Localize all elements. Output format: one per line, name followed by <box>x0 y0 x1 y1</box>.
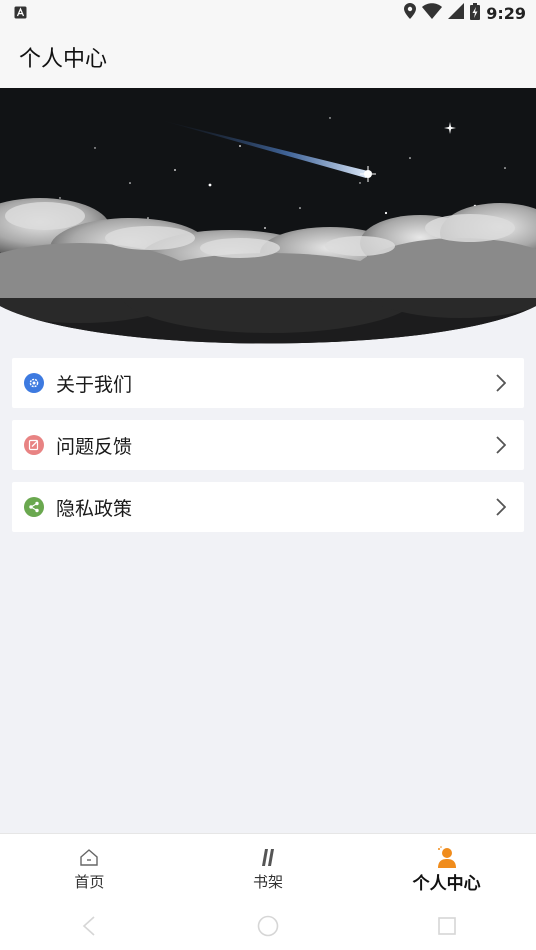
signal-icon <box>448 3 465 23</box>
back-icon[interactable] <box>69 906 109 946</box>
edit-note-icon <box>24 435 44 455</box>
tab-label: 书架 <box>253 873 284 891</box>
profile-banner <box>0 88 536 346</box>
system-nav-bar <box>0 901 536 950</box>
chevron-right-icon <box>494 435 508 455</box>
menu-item-label: 关于我们 <box>56 373 133 396</box>
chevron-right-icon <box>494 373 508 393</box>
status-time: 9:29 <box>486 3 526 23</box>
settings-gear-icon <box>24 373 44 393</box>
tab-label: 首页 <box>74 873 105 891</box>
tab-bookshelf[interactable]: 书架 <box>179 834 358 901</box>
menu-item-about-us[interactable]: 关于我们 <box>12 358 524 408</box>
share-icon <box>24 497 44 517</box>
battery-charging-icon <box>470 2 481 24</box>
menu-item-feedback[interactable]: 问题反馈 <box>12 420 524 470</box>
app-header: 个人中心 <box>0 26 536 88</box>
status-bar: 9:29 <box>0 0 536 26</box>
menu-item-label: 隐私政策 <box>56 497 133 520</box>
recents-icon[interactable] <box>427 906 467 946</box>
tab-label: 个人中心 <box>412 874 481 894</box>
tab-profile[interactable]: 个人中心 <box>357 834 536 901</box>
screen: 9:29 个人中心 关于我们 问题反馈 隐私政策 首页 书架 个人中心 <box>0 0 536 950</box>
location-icon <box>404 3 417 23</box>
home-icon <box>78 846 100 868</box>
page-title: 个人中心 <box>19 47 108 72</box>
menu-item-privacy-policy[interactable]: 隐私政策 <box>12 482 524 532</box>
bookshelf-icon <box>257 846 279 868</box>
menu-item-label: 问题反馈 <box>56 435 133 458</box>
chevron-right-icon <box>494 497 508 517</box>
person-icon <box>436 846 458 868</box>
bottom-nav: 首页 书架 个人中心 <box>0 833 536 901</box>
a-notification-icon <box>14 4 27 23</box>
wifi-icon <box>422 3 443 23</box>
tab-home[interactable]: 首页 <box>0 834 179 901</box>
home-button-icon[interactable] <box>248 906 288 946</box>
